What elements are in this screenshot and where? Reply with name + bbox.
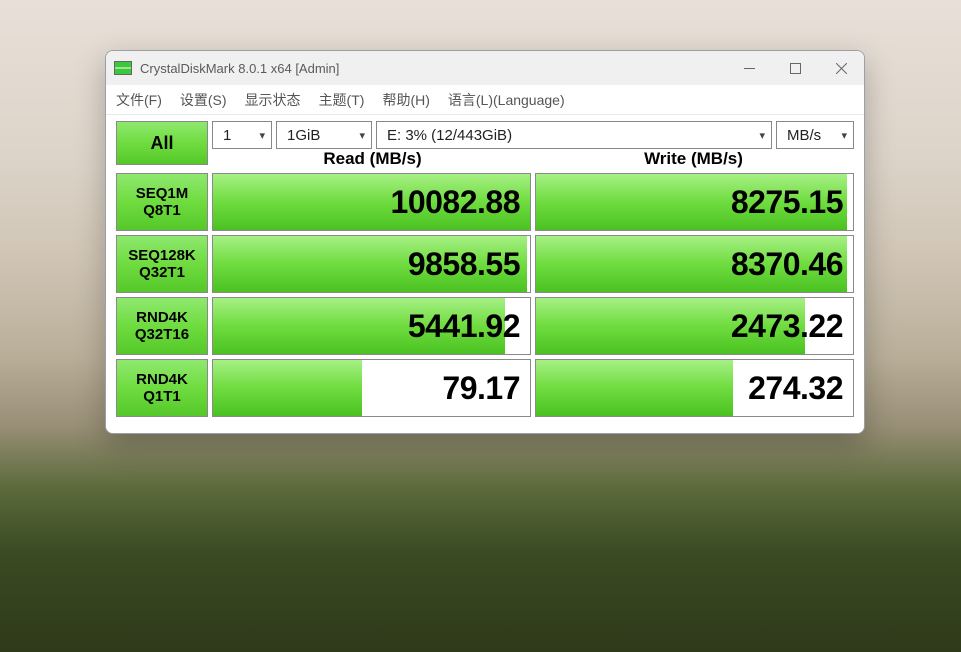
header-write: Write (MB/s) <box>533 149 854 169</box>
read-value: 10082.88 <box>391 174 520 230</box>
menu-language[interactable]: 语言(L)(Language) <box>448 90 565 110</box>
chevron-down-icon: ▾ <box>841 129 847 142</box>
test-label-line1: RND4K <box>136 371 188 388</box>
header-read: Read (MB/s) <box>212 149 533 169</box>
write-result-cell: 2473.22 <box>535 297 854 355</box>
write-value: 8275.15 <box>731 174 843 230</box>
write-value: 2473.22 <box>731 298 843 354</box>
maximize-button[interactable] <box>772 51 818 85</box>
test-label-line2: Q8T1 <box>143 202 181 219</box>
menu-status[interactable]: 显示状态 <box>245 90 301 110</box>
read-value: 5441.92 <box>408 298 520 354</box>
window-controls <box>726 51 864 85</box>
test-row: RND4KQ1T1 79.17 274.32 <box>116 359 854 417</box>
test-label-line1: RND4K <box>136 309 188 326</box>
titlebar[interactable]: CrystalDiskMark 8.0.1 x64 [Admin] <box>106 51 864 85</box>
test-size-value: 1GiB <box>287 127 320 144</box>
test-label-line1: SEQ1M <box>136 185 189 202</box>
test-count-select[interactable]: 1 ▾ <box>212 121 272 149</box>
minimize-button[interactable] <box>726 51 772 85</box>
test-row: RND4KQ32T16 5441.92 2473.22 <box>116 297 854 355</box>
menu-file[interactable]: 文件(F) <box>116 90 162 110</box>
controls-row: All 1 ▾ 1GiB ▾ E: 3% (12/443GiB) <box>116 121 854 169</box>
result-fill-bar <box>536 360 733 416</box>
app-window: CrystalDiskMark 8.0.1 x64 [Admin] 文件(F) … <box>105 50 865 434</box>
read-result-cell: 79.17 <box>212 359 531 417</box>
test-label-line2: Q32T1 <box>139 264 185 281</box>
minimize-icon <box>744 63 755 74</box>
chevron-down-icon: ▾ <box>759 129 765 142</box>
app-icon <box>114 61 132 75</box>
desktop-wallpaper: CrystalDiskMark 8.0.1 x64 [Admin] 文件(F) … <box>0 0 961 652</box>
test-size-select[interactable]: 1GiB ▾ <box>276 121 372 149</box>
write-result-cell: 274.32 <box>535 359 854 417</box>
test-row: SEQ1MQ8T1 10082.88 8275.15 <box>116 173 854 231</box>
result-fill-bar <box>213 360 362 416</box>
window-title: CrystalDiskMark 8.0.1 x64 [Admin] <box>140 61 726 76</box>
test-count-value: 1 <box>223 127 231 144</box>
menubar: 文件(F) 设置(S) 显示状态 主题(T) 帮助(H) 语言(L)(Langu… <box>106 85 864 115</box>
chevron-down-icon: ▾ <box>359 129 365 142</box>
read-result-cell: 9858.55 <box>212 235 531 293</box>
test-button-rnd4k-q32t16[interactable]: RND4KQ32T16 <box>116 297 208 355</box>
read-value: 79.17 <box>442 360 520 416</box>
test-row: SEQ128KQ32T1 9858.55 8370.46 <box>116 235 854 293</box>
menu-help[interactable]: 帮助(H) <box>382 90 429 110</box>
maximize-icon <box>790 63 801 74</box>
test-button-seq128k-q32t1[interactable]: SEQ128KQ32T1 <box>116 235 208 293</box>
read-result-cell: 10082.88 <box>212 173 531 231</box>
all-button[interactable]: All <box>116 121 208 165</box>
menu-theme[interactable]: 主题(T) <box>319 90 365 110</box>
unit-value: MB/s <box>787 127 821 144</box>
menu-settings[interactable]: 设置(S) <box>180 90 227 110</box>
write-result-cell: 8275.15 <box>535 173 854 231</box>
chevron-down-icon: ▾ <box>259 129 265 142</box>
close-icon <box>836 63 847 74</box>
write-value: 8370.46 <box>731 236 843 292</box>
close-button[interactable] <box>818 51 864 85</box>
test-label-line2: Q1T1 <box>143 388 181 405</box>
test-button-seq1m-q8t1[interactable]: SEQ1MQ8T1 <box>116 173 208 231</box>
all-button-label: All <box>150 133 173 154</box>
unit-select[interactable]: MB/s ▾ <box>776 121 854 149</box>
test-label-line1: SEQ128K <box>128 247 196 264</box>
content-area: All 1 ▾ 1GiB ▾ E: 3% (12/443GiB) <box>106 115 864 433</box>
test-button-rnd4k-q1t1[interactable]: RND4KQ1T1 <box>116 359 208 417</box>
test-label-line2: Q32T16 <box>135 326 189 343</box>
read-result-cell: 5441.92 <box>212 297 531 355</box>
write-result-cell: 8370.46 <box>535 235 854 293</box>
drive-value: E: 3% (12/443GiB) <box>387 127 512 144</box>
drive-select[interactable]: E: 3% (12/443GiB) ▾ <box>376 121 772 149</box>
read-value: 9858.55 <box>408 236 520 292</box>
write-value: 274.32 <box>748 360 843 416</box>
